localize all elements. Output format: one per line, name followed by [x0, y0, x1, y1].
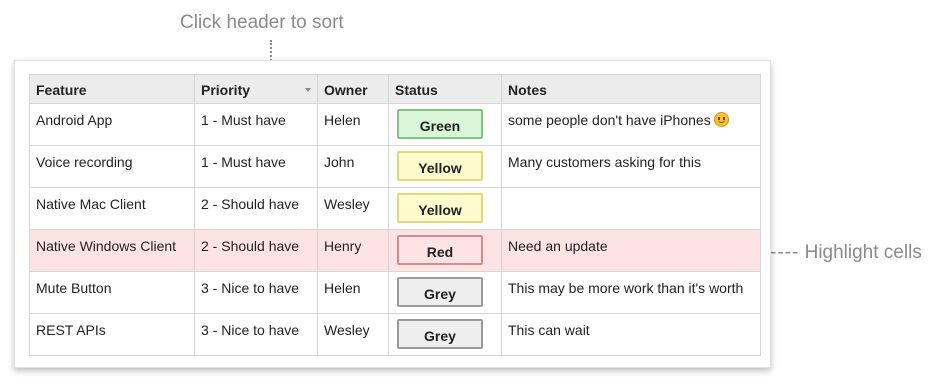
status-badge[interactable]: Yellow	[397, 151, 483, 181]
status-cell[interactable]: Yellow	[388, 187, 502, 230]
status-badge[interactable]: Grey	[397, 277, 483, 307]
status-badge[interactable]: Green	[397, 109, 483, 139]
feature-cell[interactable]: Mute Button	[29, 271, 195, 314]
notes-cell[interactable]: Many customers asking for this	[501, 145, 761, 188]
feature-cell[interactable]: REST APIs	[29, 313, 195, 356]
table-row: Voice recording 1 - Must have John Yello…	[29, 145, 761, 188]
owner-cell[interactable]: Wesley	[317, 187, 389, 230]
notes-text: some people don't have iPhones	[508, 112, 711, 128]
notes-cell[interactable]: This may be more work than it's worth	[501, 271, 761, 314]
owner-cell[interactable]: Helen	[317, 103, 389, 146]
priority-cell[interactable]: 1 - Must have	[194, 145, 318, 188]
table-header-row: Feature Priority Owner Status Notes	[29, 74, 761, 104]
feature-cell[interactable]: Android App	[29, 103, 195, 146]
feature-table-card: Feature Priority Owner Status Notes Andr…	[14, 60, 771, 368]
status-cell[interactable]: Green	[388, 103, 502, 146]
owner-cell[interactable]: Wesley	[317, 313, 389, 356]
status-cell[interactable]: Red	[388, 229, 502, 272]
sort-hint-callout: Click header to sort	[180, 12, 344, 33]
header-priority-label: Priority	[201, 82, 251, 98]
status-badge[interactable]: Grey	[397, 319, 483, 349]
priority-cell[interactable]: 2 - Should have	[194, 229, 318, 272]
status-badge[interactable]: Yellow	[397, 193, 483, 223]
table-row: REST APIs 3 - Nice to have Wesley Grey T…	[29, 313, 761, 356]
priority-cell[interactable]: 3 - Nice to have	[194, 313, 318, 356]
highlight-hint-connector: ----	[770, 242, 800, 263]
header-notes[interactable]: Notes	[501, 74, 761, 104]
feature-cell[interactable]: Native Mac Client	[29, 187, 195, 230]
smiley-icon	[713, 112, 729, 127]
notes-cell[interactable]	[501, 187, 761, 230]
table-row: Native Mac Client 2 - Should have Wesley…	[29, 187, 761, 230]
feature-table: Feature Priority Owner Status Notes Andr…	[29, 74, 761, 356]
priority-cell[interactable]: 3 - Nice to have	[194, 271, 318, 314]
header-owner[interactable]: Owner	[317, 74, 389, 104]
priority-cell[interactable]: 2 - Should have	[194, 187, 318, 230]
feature-cell[interactable]: Voice recording	[29, 145, 195, 188]
notes-cell[interactable]: Need an update	[501, 229, 761, 272]
status-cell[interactable]: Grey	[388, 313, 502, 356]
header-status[interactable]: Status	[388, 74, 502, 104]
highlight-hint-label: Highlight cells	[804, 242, 922, 263]
sort-desc-icon[interactable]	[305, 88, 311, 92]
table-row-highlighted: Native Windows Client 2 - Should have He…	[29, 229, 761, 272]
notes-cell[interactable]: This can wait	[501, 313, 761, 356]
owner-cell[interactable]: John	[317, 145, 389, 188]
owner-cell[interactable]: Henry	[317, 229, 389, 272]
header-feature[interactable]: Feature	[29, 74, 195, 104]
table-row: Mute Button 3 - Nice to have Helen Grey …	[29, 271, 761, 314]
priority-cell[interactable]: 1 - Must have	[194, 103, 318, 146]
feature-cell[interactable]: Native Windows Client	[29, 229, 195, 272]
status-cell[interactable]: Grey	[388, 271, 502, 314]
owner-cell[interactable]: Helen	[317, 271, 389, 314]
status-badge[interactable]: Red	[397, 235, 483, 265]
header-priority[interactable]: Priority	[194, 74, 318, 104]
status-cell[interactable]: Yellow	[388, 145, 502, 188]
highlight-hint-callout: ---- Highlight cells	[770, 242, 922, 264]
notes-cell[interactable]: some people don't have iPhones	[501, 103, 761, 146]
table-row: Android App 1 - Must have Helen Green so…	[29, 103, 761, 146]
